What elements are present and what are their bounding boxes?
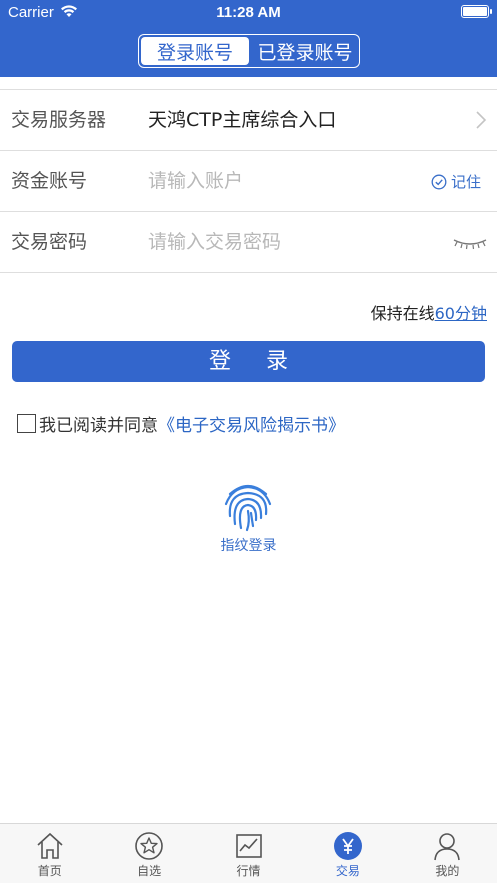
- tab-profile[interactable]: 我的: [398, 824, 497, 883]
- keep-online-duration-link[interactable]: 60分钟: [435, 304, 487, 323]
- check-circle-icon: [431, 174, 447, 189]
- header: Carrier 11:28 AM 登录账号 已登录账号: [0, 0, 497, 77]
- password-label: 交易密码: [11, 231, 88, 253]
- keep-online-label: 保持在线: [370, 304, 435, 323]
- status-bar: Carrier 11:28 AM: [0, 0, 497, 26]
- home-icon: [37, 832, 63, 859]
- password-input[interactable]: 请输入交易密码: [148, 212, 281, 273]
- fingerprint-icon[interactable]: [220, 480, 276, 532]
- tab-home[interactable]: 首页: [0, 824, 99, 883]
- status-time: 11:28 AM: [216, 4, 281, 21]
- chart-icon: [235, 834, 262, 858]
- login-button[interactable]: 登 录: [12, 341, 485, 382]
- tab-market[interactable]: 行情: [199, 824, 298, 883]
- tab-logged-accounts[interactable]: 已登录账号: [251, 35, 359, 67]
- eye-closed-icon[interactable]: [453, 236, 487, 250]
- login-mode-segment: 登录账号 已登录账号: [138, 34, 360, 68]
- star-icon: [135, 832, 163, 860]
- tab-watchlist[interactable]: 自选: [99, 824, 198, 883]
- keep-online: 保持在线60分钟: [371, 300, 487, 324]
- yen-icon: [333, 832, 362, 860]
- remember-label: 记住: [450, 173, 481, 191]
- agreement-text: 我已阅读并同意: [39, 415, 158, 436]
- server-label: 交易服务器: [11, 109, 107, 131]
- tab-label: 我的: [435, 864, 460, 878]
- account-label: 资金账号: [11, 170, 88, 192]
- tab-label: 首页: [37, 864, 62, 878]
- password-row: 交易密码 请输入交易密码: [0, 212, 497, 273]
- tab-login-account[interactable]: 登录账号: [141, 37, 249, 65]
- account-input[interactable]: 请输入账户: [148, 151, 243, 212]
- tab-label: 交易: [335, 864, 360, 878]
- remember-toggle[interactable]: 记住: [431, 151, 481, 212]
- tab-bar: 首页 自选 行情 交易 我的: [0, 823, 497, 883]
- tab-label: 自选: [137, 864, 162, 878]
- user-icon: [434, 833, 461, 861]
- chevron-right-icon: [476, 111, 487, 129]
- server-row[interactable]: 交易服务器 天鸿CTP主席综合入口: [0, 90, 497, 151]
- battery-icon: [461, 5, 492, 18]
- account-row: 资金账号 请输入账户 记住: [0, 151, 497, 212]
- app: Carrier 11:28 AM 登录账号 已登录账号 交易服务器 天鸿CTP主…: [0, 0, 497, 883]
- agreement-checkbox[interactable]: [17, 413, 36, 433]
- tab-trade[interactable]: 交易: [298, 824, 397, 883]
- agreement: 我已阅读并同意 《电子交易风险揭示书》: [17, 411, 345, 436]
- server-value: 天鸿CTP主席综合入口: [148, 109, 337, 131]
- fingerprint-login-label[interactable]: 指纹登录: [0, 535, 497, 555]
- tab-label: 行情: [236, 864, 261, 878]
- risk-disclosure-link[interactable]: 《电子交易风险揭示书》: [158, 411, 345, 436]
